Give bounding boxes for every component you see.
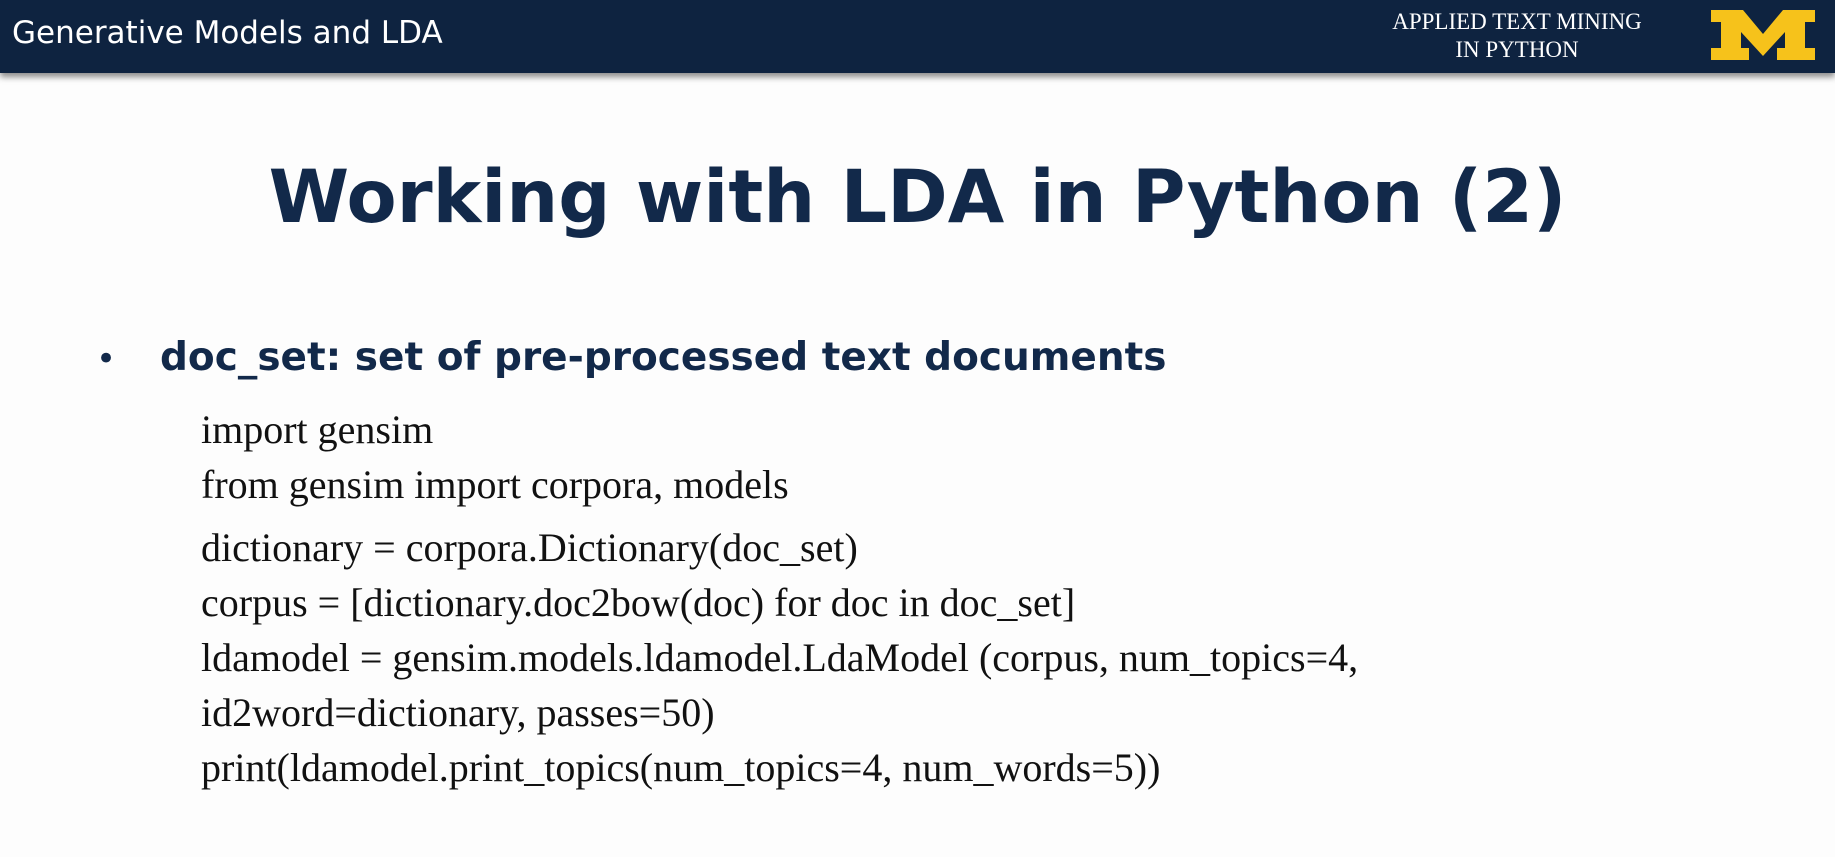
bullet-text: doc_set: set of pre-processed text docum… bbox=[160, 335, 1167, 380]
bullet-icon: • bbox=[96, 339, 117, 379]
course-title-line-1: APPLIED TEXT MINING bbox=[1392, 9, 1642, 34]
code-line: print(ldamodel.print_topics(num_topics=4… bbox=[201, 745, 1161, 790]
header-bar: Generative Models and LDA APPLIED TEXT M… bbox=[0, 0, 1835, 73]
code-line: dictionary = corpora.Dictionary(doc_set) bbox=[201, 525, 858, 570]
course-title: APPLIED TEXT MINING IN PYTHON bbox=[1347, 8, 1687, 64]
university-logo: M bbox=[1711, 10, 1815, 60]
slide-title: Working with LDA in Python (2) bbox=[268, 155, 1567, 240]
code-line: import gensim bbox=[201, 407, 434, 452]
bullet-item: • doc_set: set of pre-processed text doc… bbox=[96, 335, 1166, 380]
code-line: corpus = [dictionary.doc2bow(doc) for do… bbox=[201, 580, 1076, 625]
section-title: Generative Models and LDA bbox=[12, 15, 443, 51]
code-block: import gensim from gensim import corpora… bbox=[201, 402, 1358, 795]
code-line: ldamodel = gensim.models.ldamodel.LdaMod… bbox=[201, 635, 1359, 680]
code-line: id2word=dictionary, passes=50) bbox=[201, 690, 715, 735]
course-title-line-2: IN PYTHON bbox=[1455, 37, 1579, 62]
slide: Generative Models and LDA APPLIED TEXT M… bbox=[0, 0, 1835, 857]
code-line: from gensim import corpora, models bbox=[201, 462, 789, 507]
